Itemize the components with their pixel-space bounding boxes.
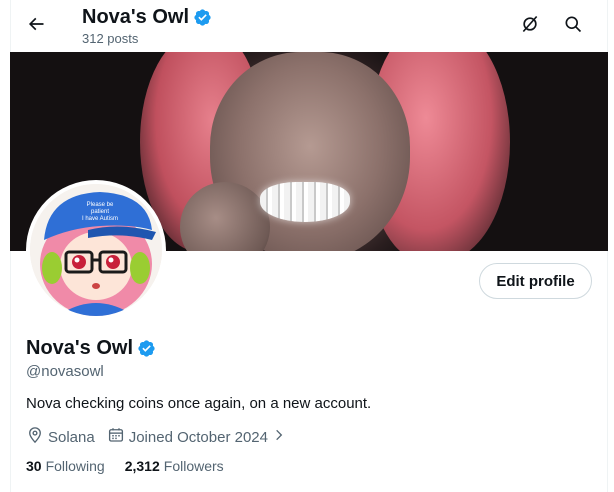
joined-date-item[interactable]: Joined October 2024 (107, 426, 286, 448)
back-button[interactable] (20, 10, 52, 42)
top-bar: Nova's Owl 312 posts (0, 0, 614, 52)
following-label: Following (45, 458, 105, 474)
header-posts-count: 312 posts (82, 31, 139, 46)
profile-meta: Solana Joined October 2024 (26, 426, 298, 448)
follow-stats: 30 Following 2,312 Followers (26, 458, 224, 474)
joined-text: Joined October 2024 (128, 428, 268, 446)
location-item: Solana (26, 426, 95, 448)
profile-bio: Nova checking coins once again, on a new… (26, 395, 372, 412)
svg-text:Please be: Please be (87, 202, 114, 208)
followers-label: Followers (163, 458, 224, 474)
calendar-icon (107, 426, 125, 448)
followers-count: 2,312 (124, 458, 160, 474)
profile-name-row: Nova's Owl (26, 336, 156, 360)
arrow-left-icon (26, 14, 46, 39)
banner-grillz (260, 182, 350, 222)
following-link[interactable]: 30 Following (26, 458, 105, 474)
avatar-image: Please be patient I have Autism (30, 184, 162, 316)
profile-handle: @novasowl (26, 363, 104, 380)
header-title: Nova's Owl (82, 6, 190, 28)
svg-text:I have Autism: I have Autism (82, 216, 118, 222)
verified-badge-icon (193, 8, 212, 27)
search-button[interactable] (557, 10, 589, 42)
header-title-block: Nova's Owl 312 posts (82, 5, 212, 47)
avatar-illustration: Please be patient I have Autism (30, 184, 162, 316)
location-pin-icon (26, 426, 44, 448)
location-text: Solana (48, 428, 95, 446)
display-name: Nova's Owl (26, 337, 134, 359)
edit-profile-button[interactable]: Edit profile (479, 263, 592, 299)
header-title-row: Nova's Owl (82, 5, 212, 29)
grok-button[interactable] (514, 10, 546, 42)
verified-badge-icon[interactable] (137, 339, 156, 358)
grok-icon (520, 14, 540, 39)
followers-link[interactable]: 2,312 Followers (125, 458, 224, 474)
avatar[interactable]: Please be patient I have Autism (26, 180, 166, 320)
svg-text:patient: patient (91, 209, 109, 215)
search-icon (563, 14, 583, 39)
following-count: 30 (26, 458, 42, 474)
chevron-right-icon (272, 428, 286, 446)
